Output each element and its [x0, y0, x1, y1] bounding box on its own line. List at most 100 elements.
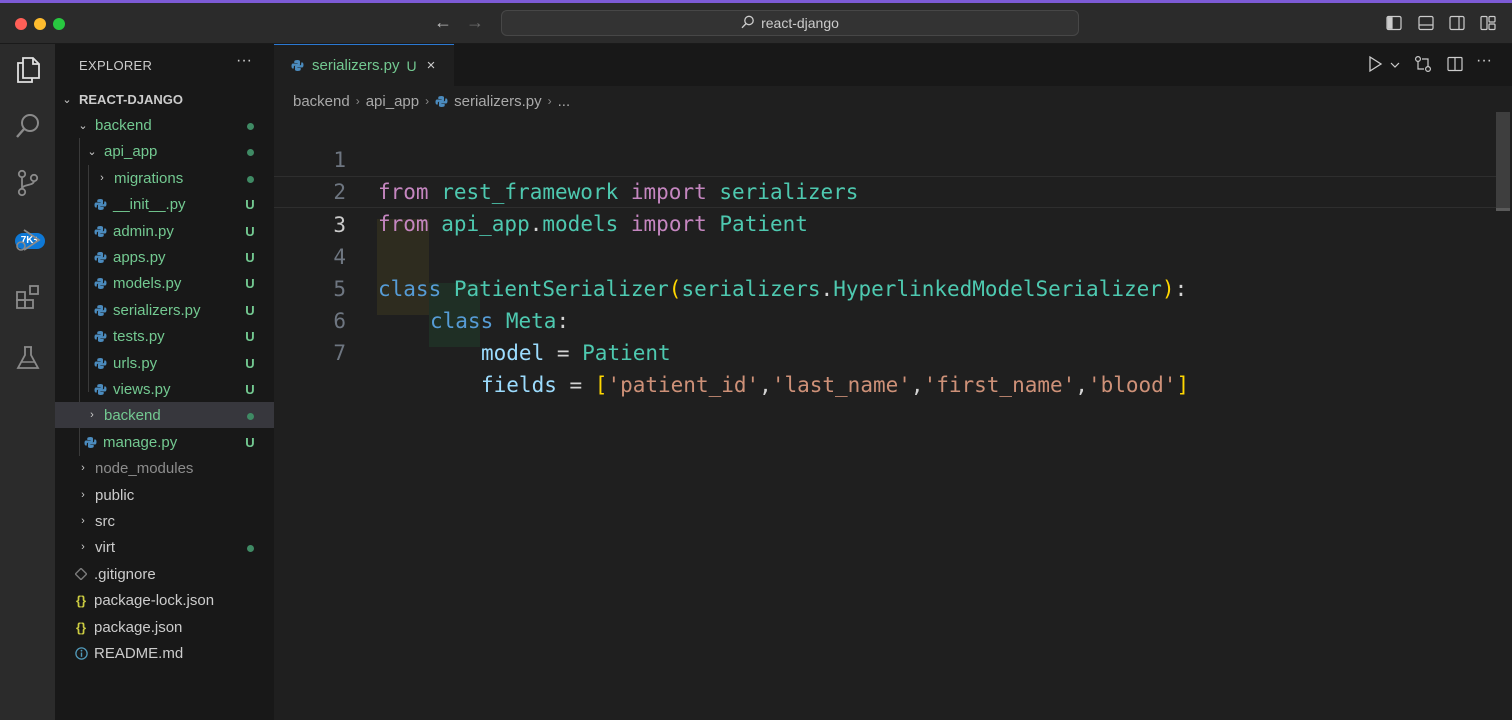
tree-item-label: node_modules — [95, 459, 194, 477]
tree-folder-api-app[interactable]: ⌄ api_app — [55, 138, 274, 164]
tree-file-views[interactable]: views.py U — [55, 376, 274, 402]
untracked-status: U — [245, 249, 255, 265]
minimize-window-button[interactable] — [34, 18, 46, 30]
json-file-icon: {} — [75, 619, 87, 635]
command-center-search[interactable]: react-django — [501, 10, 1079, 36]
breadcrumb-item[interactable]: backend — [293, 93, 350, 110]
more-actions-icon[interactable]: ··· — [236, 52, 252, 70]
chevron-right-icon: › — [547, 94, 552, 108]
toggle-primary-sidebar-icon[interactable] — [1386, 15, 1402, 36]
tree-item-label: package.json — [94, 618, 183, 636]
python-file-icon — [93, 304, 107, 317]
tree-file-models[interactable]: models.py U — [55, 270, 274, 296]
python-file-icon — [83, 436, 97, 449]
line-number: 7 — [333, 341, 346, 365]
tree-folder-public[interactable]: › public — [55, 482, 274, 508]
run-debug-activity[interactable] — [0, 219, 55, 265]
back-arrow-icon[interactable]: ← — [434, 12, 452, 33]
modified-dot-icon — [245, 540, 255, 555]
toggle-panel-icon[interactable] — [1418, 15, 1434, 36]
untracked-status: U — [245, 196, 255, 212]
source-control-activity[interactable] — [0, 162, 55, 208]
python-file-icon — [93, 225, 107, 238]
tree-item-label: README.md — [94, 644, 184, 662]
scrollbar-cursor-mark — [1496, 208, 1510, 211]
tree-item-label: src — [95, 512, 115, 530]
code-line: 1 from rest_framework import serializers — [274, 112, 1496, 204]
tab-bar: serializers.py U × ··· — [274, 44, 1512, 86]
code-line: 4 class PatientSerializer(serializers.Hy… — [274, 209, 1496, 301]
search-label: react-django — [761, 15, 839, 31]
breadcrumb-item[interactable]: ... — [558, 93, 571, 110]
tree-file-admin[interactable]: admin.py U — [55, 218, 274, 244]
tree-folder-backend[interactable]: ⌄ backend — [55, 112, 274, 138]
run-python-icon[interactable] — [1367, 55, 1383, 78]
modified-dot-icon — [245, 118, 255, 133]
tree-file-apps[interactable]: apps.py U — [55, 244, 274, 270]
split-editor-icon[interactable] — [1446, 55, 1464, 78]
tree-file-manage[interactable]: manage.py U — [55, 429, 274, 455]
tree-file-package[interactable]: {} package.json — [55, 614, 274, 640]
customize-layout-icon[interactable] — [1480, 15, 1496, 36]
chevron-right-icon: › — [90, 409, 94, 421]
tree-folder-src[interactable]: › src — [55, 508, 274, 534]
search-icon — [741, 15, 755, 32]
forward-arrow-icon[interactable]: → — [466, 12, 484, 33]
code-line: 5 class Meta: — [274, 241, 1496, 333]
chevron-right-icon: › — [81, 462, 85, 474]
breadcrumb-item[interactable]: serializers.py — [454, 93, 542, 110]
python-file-icon — [93, 251, 107, 264]
chevron-down-icon: ⌄ — [87, 145, 97, 158]
tree-folder-migrations[interactable]: › migrations — [55, 165, 274, 191]
code-line: 6 model = Patient — [274, 273, 1496, 365]
untracked-status: U — [245, 434, 255, 450]
run-debug-icon — [14, 226, 42, 259]
untracked-status: U — [245, 381, 255, 397]
editor-area: serializers.py U × ··· backend › api_app… — [274, 44, 1512, 720]
flask-icon — [15, 344, 41, 377]
tree-file-gitignore[interactable]: .gitignore — [55, 561, 274, 587]
tree-folder-virt[interactable]: › virt — [55, 534, 274, 560]
explorer-sidebar: EXPLORER ··· ⌄ REACT-DJANGO ⌄ backend ⌄ … — [55, 44, 274, 720]
tree-file-readme[interactable]: README.md — [55, 640, 274, 666]
tree-folder-node-modules[interactable]: › node_modules — [55, 455, 274, 481]
tree-file-urls[interactable]: urls.py U — [55, 350, 274, 376]
workspace-root-label: REACT-DJANGO — [79, 91, 184, 107]
tab-status: U — [406, 57, 417, 74]
open-changes-icon[interactable] — [1414, 55, 1432, 78]
workspace-root[interactable]: ⌄ REACT-DJANGO — [55, 86, 274, 112]
untracked-status: U — [245, 223, 255, 239]
explorer-activity[interactable] — [0, 48, 55, 94]
testing-activity[interactable] — [0, 337, 55, 383]
chevron-down-icon: ⌄ — [62, 93, 72, 106]
close-icon[interactable]: × — [427, 57, 436, 74]
tree-file-serializers[interactable]: serializers.py U — [55, 297, 274, 323]
scrollbar-thumb[interactable] — [1496, 112, 1510, 208]
search-icon — [14, 112, 42, 145]
more-actions-icon[interactable]: ··· — [1476, 52, 1492, 70]
python-file-icon — [93, 383, 107, 396]
tab-serializers[interactable]: serializers.py U × — [274, 44, 454, 86]
close-window-button[interactable] — [15, 18, 27, 30]
python-file-icon — [435, 95, 448, 108]
tree-file-tests[interactable]: tests.py U — [55, 323, 274, 349]
search-activity[interactable] — [0, 105, 55, 151]
untracked-status: U — [245, 275, 255, 291]
extensions-icon — [14, 283, 42, 316]
extensions-activity[interactable] — [0, 276, 55, 322]
chevron-down-icon[interactable] — [1390, 57, 1400, 75]
maximize-window-button[interactable] — [53, 18, 65, 30]
code-line-current: 3 — [274, 176, 1496, 237]
tree-item-label: .gitignore — [94, 565, 156, 583]
chevron-right-icon: › — [81, 489, 85, 501]
tree-folder-backend-inner[interactable]: › backend — [55, 402, 274, 428]
breadcrumb-item[interactable]: api_app — [366, 93, 419, 110]
tree-file-package-lock[interactable]: {} package-lock.json — [55, 587, 274, 613]
toggle-secondary-sidebar-icon[interactable] — [1449, 15, 1465, 36]
modified-dot-icon — [245, 171, 255, 186]
chevron-right-icon: › — [355, 94, 360, 108]
activity-bar: 7K+ — [0, 44, 55, 720]
json-file-icon: {} — [75, 592, 87, 608]
python-file-icon — [291, 59, 304, 72]
tree-file-init[interactable]: __init__.py U — [55, 191, 274, 217]
